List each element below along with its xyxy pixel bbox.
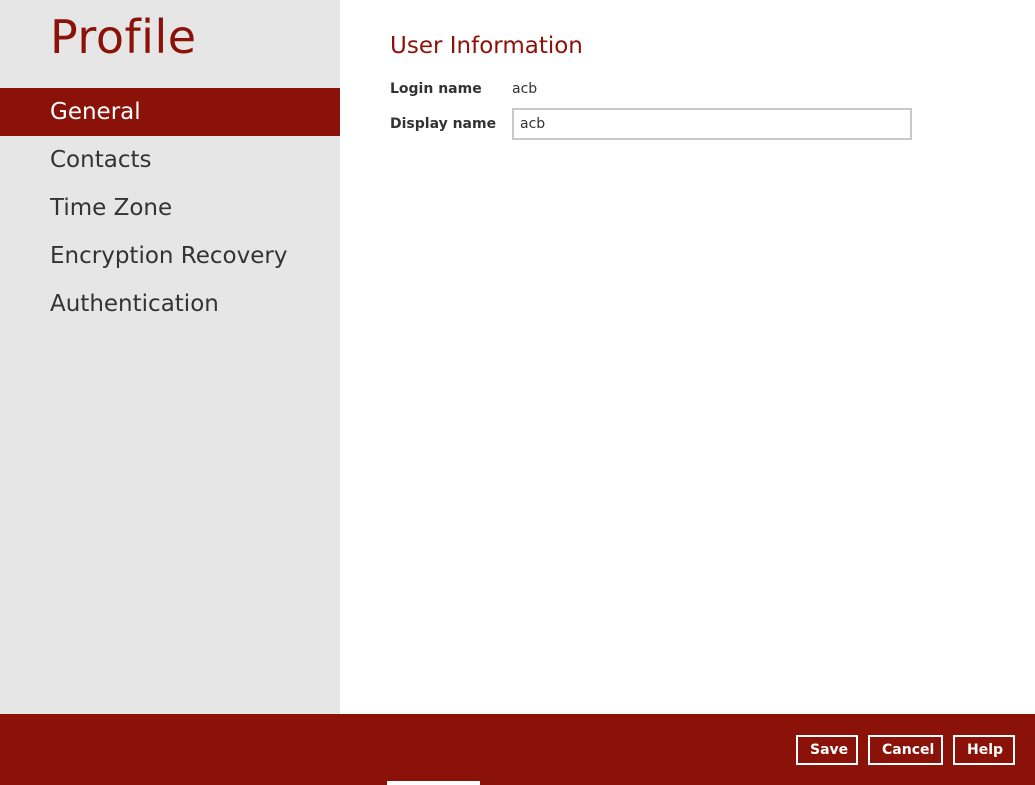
page-title: Profile xyxy=(50,10,197,64)
profile-window: Profile General Contacts Time Zone Encry… xyxy=(0,0,1035,785)
display-name-label: Display name xyxy=(390,116,497,132)
display-name-field[interactable] xyxy=(512,108,912,140)
sidebar-item-general[interactable]: General xyxy=(0,88,340,136)
sidebar-nav: General Contacts Time Zone Encryption Re… xyxy=(0,88,340,328)
sidebar-item-encryption-recovery[interactable]: Encryption Recovery xyxy=(0,232,340,280)
sidebar: Profile General Contacts Time Zone Encry… xyxy=(0,0,340,714)
footer-bar: Save Cancel Help xyxy=(0,714,1035,785)
sidebar-item-contacts[interactable]: Contacts xyxy=(0,136,340,184)
section-title: User Information xyxy=(390,33,583,59)
login-name-value: acb xyxy=(512,81,538,97)
main-panel: User Information Login name acb Display … xyxy=(340,0,1035,714)
sidebar-item-time-zone[interactable]: Time Zone xyxy=(0,184,340,232)
sidebar-item-authentication[interactable]: Authentication xyxy=(0,280,340,328)
footer-tab-indicator xyxy=(387,781,480,785)
cancel-button[interactable]: Cancel xyxy=(868,735,943,765)
login-name-label: Login name xyxy=(390,81,482,97)
help-button[interactable]: Help xyxy=(953,735,1015,765)
save-button[interactable]: Save xyxy=(796,735,858,765)
